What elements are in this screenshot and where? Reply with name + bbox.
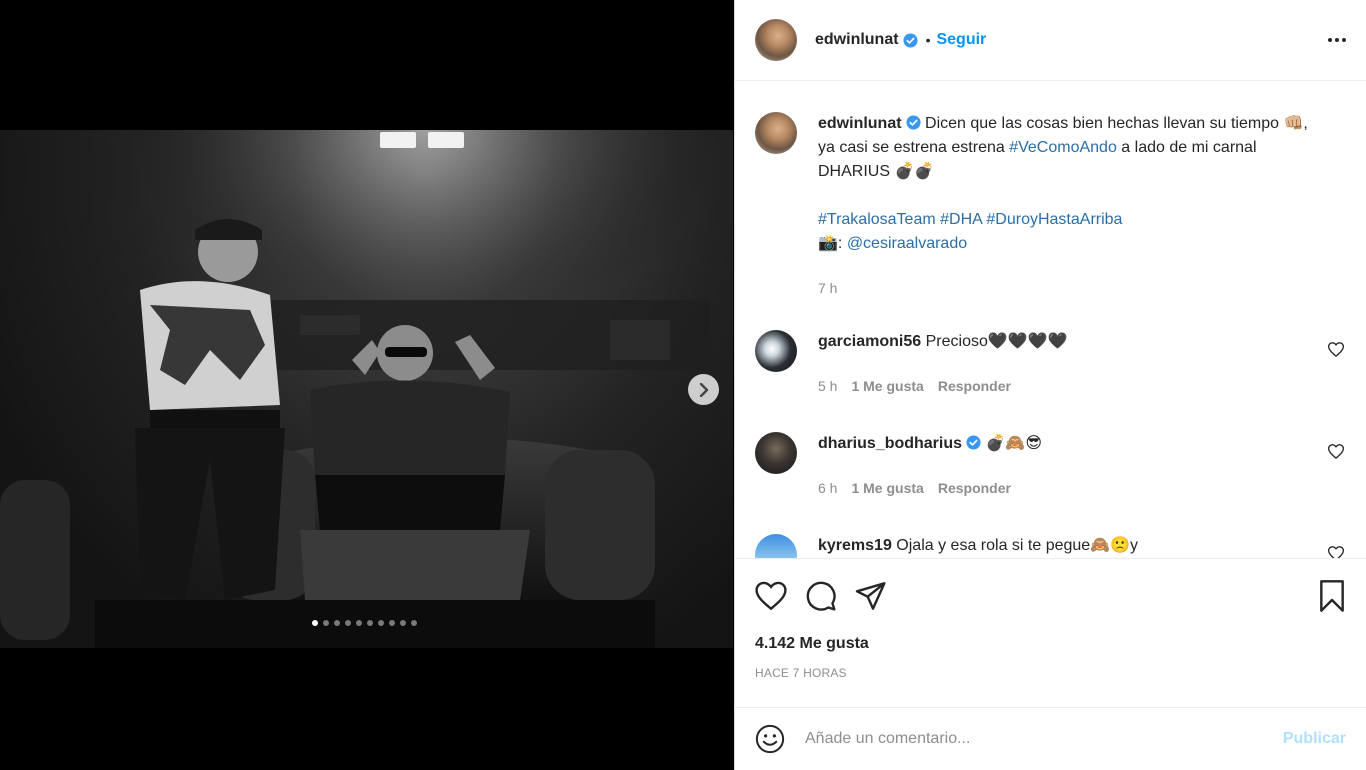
carousel-dot: [389, 620, 395, 626]
carousel-dot: [334, 620, 340, 626]
author-username[interactable]: edwinlunat: [815, 31, 899, 49]
post-photo[interactable]: [0, 130, 733, 648]
publish-button[interactable]: Publicar: [1283, 730, 1346, 748]
bookmark-icon[interactable]: [1318, 580, 1346, 612]
carousel-dot: [356, 620, 362, 626]
hashtag-link[interactable]: #DuroyHastaArriba: [986, 211, 1122, 228]
reply-button[interactable]: Responder: [938, 378, 1011, 394]
comment-item: dharius_bodharius 💣🙈😎 6 h 1 Me gusta Respo…: [755, 432, 1346, 500]
carousel-dot: [345, 620, 351, 626]
hashtag-link[interactable]: #TrakalosaTeam: [818, 211, 936, 228]
photo-illustration: [0, 130, 733, 648]
hashtag-link[interactable]: #DHA: [940, 211, 982, 228]
post-side-panel: edwinlunat • Seguir edwinlunat Dicen que…: [734, 0, 1366, 770]
verified-badge-icon: [906, 115, 921, 130]
comment-input[interactable]: [805, 730, 1283, 748]
carousel-dot: [367, 620, 373, 626]
commenter-avatar[interactable]: [755, 534, 797, 558]
reply-button[interactable]: Responder: [938, 480, 1011, 496]
comment-time[interactable]: 5 h: [818, 378, 837, 394]
verified-badge-icon: [966, 435, 981, 450]
comment-composer: Publicar: [735, 707, 1366, 770]
heart-icon[interactable]: [755, 581, 787, 611]
caption-text-line3: DHARIUS 💣💣: [818, 163, 935, 180]
commenter-avatar[interactable]: [755, 432, 797, 474]
caption-text-line2-post: a lado de mi carnal: [1116, 139, 1257, 156]
carousel-indicator: [312, 620, 417, 626]
caption-time[interactable]: 7 h: [818, 280, 837, 296]
comment-text: 💣🙈😎: [985, 435, 1043, 452]
caption-text-line2-pre: ya casi se estrena estrena: [818, 139, 1010, 156]
more-options-icon[interactable]: [1328, 38, 1346, 42]
comment-like-heart-icon[interactable]: [1328, 342, 1344, 357]
carousel-dot: [400, 620, 406, 626]
verified-badge-icon: [903, 32, 918, 48]
commenter-username[interactable]: kyrems19: [818, 537, 892, 554]
carousel-dot: [323, 620, 329, 626]
post-header: edwinlunat • Seguir: [735, 0, 1366, 81]
commenter-username[interactable]: dharius_bodharius: [818, 435, 962, 452]
header-separator: •: [925, 32, 931, 48]
comment-likes[interactable]: 1 Me gusta: [851, 378, 923, 394]
comment-likes[interactable]: 1 Me gusta: [851, 480, 923, 496]
carousel-dot: [411, 620, 417, 626]
share-icon[interactable]: [855, 581, 887, 611]
follow-button[interactable]: Seguir: [936, 31, 986, 49]
comment-item: kyrems19 Ojala y esa rola si te pegue🙈🙁y: [755, 534, 1346, 558]
hashtag-link[interactable]: #VeComoAndo: [1009, 139, 1117, 156]
emoji-icon[interactable]: [755, 724, 785, 754]
next-slide-button[interactable]: [688, 374, 719, 405]
comments-list[interactable]: edwinlunat Dicen que las cosas bien hech…: [735, 82, 1366, 558]
commenter-username[interactable]: garciamoni56: [818, 333, 921, 350]
likes-count[interactable]: 4.142 Me gusta: [755, 635, 1346, 653]
caption-avatar[interactable]: [755, 112, 797, 154]
caption-text-line1: Dicen que las cosas bien hechas llevan s…: [925, 115, 1308, 132]
carousel-dot: [378, 620, 384, 626]
credit-prefix: 📸:: [818, 235, 847, 252]
comment-icon[interactable]: [805, 580, 837, 612]
comment-like-heart-icon[interactable]: [1328, 546, 1344, 558]
chevron-right-icon: [699, 382, 708, 397]
author-avatar[interactable]: [755, 19, 797, 61]
comment-item: garciamoni56 Precioso🖤🖤🖤🖤 5 h 1 Me gusta R…: [755, 330, 1346, 398]
comment-time[interactable]: 6 h: [818, 480, 837, 496]
post-actions: 4.142 Me gusta HACE 7 HORAS: [735, 558, 1366, 680]
carousel-dot: [312, 620, 318, 626]
mention-link[interactable]: @cesiraalvarado: [847, 235, 967, 252]
post-caption: edwinlunat Dicen que las cosas bien hech…: [755, 112, 1346, 300]
comment-text: Ojala y esa rola si te pegue🙈🙁y: [896, 537, 1139, 554]
caption-username[interactable]: edwinlunat: [818, 115, 902, 132]
comment-like-heart-icon[interactable]: [1328, 444, 1344, 459]
post-timestamp[interactable]: HACE 7 HORAS: [755, 666, 1346, 680]
post-media: [0, 0, 733, 770]
commenter-avatar[interactable]: [755, 330, 797, 372]
comment-text: Precioso🖤🖤🖤🖤: [925, 333, 1068, 350]
